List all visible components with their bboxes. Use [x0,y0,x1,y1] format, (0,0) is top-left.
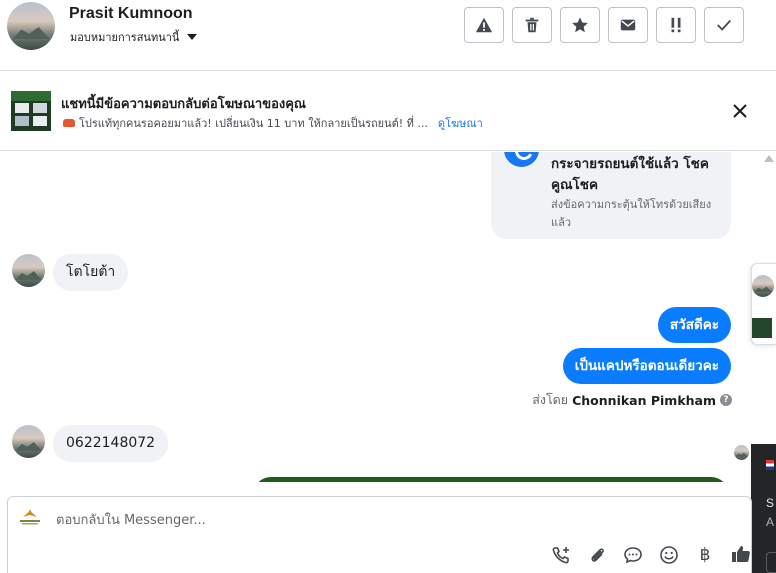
ad-reply-banner: แชทนี้มีข้อความตอบกลับต่อโฆษณาของคุณ โปร… [0,72,776,151]
contact-avatar[interactable] [7,2,55,50]
caret-down-icon [187,34,198,40]
ad-banner-title: แชทนี้มีข้อความตอบกลับต่อโฆษณาของคุณ [61,97,306,112]
trash-icon [525,17,539,33]
check-icon [717,19,731,31]
system-card-description: ส่งข้อความกระตุ้นให้โทรด้วยเสียงแล้ว [551,198,712,229]
contact-name[interactable]: Prasit Kumnoon [69,5,193,23]
header-actions [464,7,744,43]
star-button[interactable] [560,7,600,43]
side-avatar[interactable] [752,275,774,297]
outgoing-message[interactable]: สวัสดีคะ [657,307,731,343]
saved-reply-button[interactable] [622,544,644,566]
conversation-header: Prasit Kumnoon มอบหมายการสนทนานี้ [0,0,776,71]
view-ad-link[interactable]: ดูโฆษณา [438,114,483,132]
warning-icon [475,17,493,33]
star-icon [572,17,588,33]
incoming-message[interactable]: 0622148072 [53,425,169,462]
spam-button[interactable] [464,7,504,43]
scroll-up-arrow-icon[interactable] [764,155,774,162]
thumbs-up-icon[interactable] [731,544,751,564]
emoji-icon [660,546,678,564]
side-popup-text: S [766,496,775,510]
ad-banner-description: โปรแท้ทุกคนรอคอยมาแล้ว! เปลี่ยนเงิน 11 บ… [63,114,483,132]
media-attachment[interactable] [253,477,729,482]
mark-done-button[interactable] [704,7,744,43]
saved-reply-icon [624,547,642,564]
follow-up-button[interactable] [656,7,696,43]
side-popup-button[interactable] [766,552,776,573]
mark-unread-button[interactable] [608,7,648,43]
assign-conversation-dropdown[interactable]: มอบหมายการสนทนานี้ [70,28,198,46]
seen-avatar [734,445,749,460]
phone-call-icon [504,152,539,167]
system-card-title: กระจายรถยนต์ใช้แล้ว โชคคูณโชค [551,156,709,193]
outgoing-message[interactable]: เป็นแคปหรือตอนเดียวคะ [562,348,731,384]
ad-description-text: โปรแท้ทุกคนรอคอยมาแล้ว! เปลี่ยนเงิน 11 บ… [79,117,428,130]
baht-icon: ฿ [699,545,711,565]
car-icon [63,119,75,127]
message-thread[interactable]: กระจายรถยนต์ใช้แล้ว โชคคูณโชค ส่งข้อความ… [0,152,752,482]
sender-avatar[interactable] [12,425,45,458]
system-message-card: กระจายรถยนต์ใช้แล้ว โชคคูณโชค ส่งข้อความ… [491,152,731,239]
attach-button[interactable] [586,544,608,566]
priority-icon [671,17,681,33]
reply-input[interactable] [56,510,536,530]
delete-button[interactable] [512,7,552,43]
sent-by-label: ส่งโดย Chonnikan Pimkham ? [532,390,732,410]
close-icon[interactable] [731,102,749,120]
flag-icon [766,460,774,470]
side-popup-subtext: A [766,515,775,529]
ad-thumbnail[interactable] [11,91,51,131]
payment-button[interactable]: ฿ [694,544,716,566]
composer-tools: ฿ [550,544,716,566]
side-ad-thumbnail[interactable] [752,318,772,338]
add-call-button[interactable] [550,544,572,566]
attachment-icon [591,548,604,562]
sent-by-name: Chonnikan Pimkham [572,392,716,408]
sender-avatar[interactable] [12,254,45,287]
assign-label: มอบหมายการสนทนานี้ [70,31,180,44]
add-call-icon [552,547,569,564]
page-logo-icon [20,509,40,525]
envelope-icon [620,19,636,31]
incoming-message[interactable]: โตโยต้า [53,254,129,291]
sent-by-prefix: ส่งโดย [532,392,569,407]
emoji-button[interactable] [658,544,680,566]
help-icon[interactable]: ? [720,394,732,406]
